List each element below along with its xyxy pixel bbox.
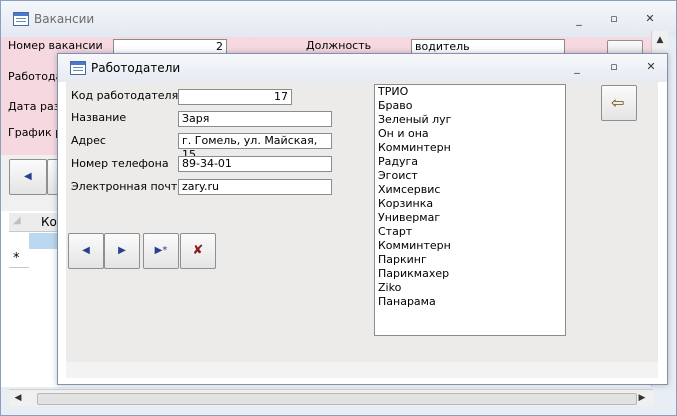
list-item[interactable]: Он и она [375, 127, 565, 141]
list-item[interactable]: Старт [375, 225, 565, 239]
list-item[interactable]: Браво [375, 99, 565, 113]
list-item[interactable]: Парикмахер [375, 267, 565, 281]
code-label: Код работодателя [71, 89, 179, 102]
prev-record-button[interactable]: ◀ [68, 233, 104, 269]
vacancies-title: Вакансии [34, 12, 95, 26]
email-field[interactable]: zary.ru [178, 179, 332, 195]
list-item[interactable]: Универмаг [375, 211, 565, 225]
scroll-left-icon[interactable]: ◀ [13, 393, 23, 403]
employers-status-strip [66, 362, 658, 378]
email-label: Электронная почта [71, 180, 185, 193]
name-label: Название [71, 111, 127, 124]
scroll-up-icon[interactable]: ▲ [654, 35, 666, 45]
employers-titlebar: Работодатели _ ▫ ✕ [58, 54, 667, 82]
form-icon [70, 61, 86, 75]
name-field[interactable]: Заря [178, 111, 332, 127]
select-all-corner[interactable]: ◢ [13, 215, 21, 226]
close-icon[interactable]: ✕ [641, 12, 659, 26]
delete-icon: ✘ [192, 243, 204, 258]
list-item[interactable]: Зеленый луг [375, 113, 565, 127]
close-icon[interactable]: ✕ [642, 60, 660, 74]
code-field[interactable]: 17 [178, 89, 292, 105]
horizontal-scroll-thumb[interactable] [37, 393, 637, 405]
exit-door-icon: ⇦ [611, 93, 625, 112]
exit-button[interactable]: ⇦ [601, 85, 637, 121]
employers-window: Работодатели _ ▫ ✕ Код работодателя 17 Н… [57, 53, 668, 385]
list-item[interactable]: ТРИО [375, 85, 565, 99]
horizontal-scrollbar[interactable]: ◀ ▶ [9, 389, 653, 406]
employers-listbox[interactable]: ТРИО Браво Зеленый луг Он и она Комминтерн Ра… [374, 84, 566, 336]
address-field[interactable]: г. Гомель, ул. Майская, 15 [178, 133, 332, 161]
minimize-icon[interactable]: _ [568, 61, 586, 75]
restore-icon[interactable]: ▫ [605, 60, 623, 74]
grid-new-row[interactable]: * [9, 249, 29, 268]
next-icon: ▶ [118, 245, 126, 256]
list-item[interactable]: Химсервис [375, 183, 565, 197]
employers-title: Работодатели [91, 61, 181, 75]
new-row-marker: * [13, 251, 20, 266]
minimize-icon[interactable]: _ [570, 13, 588, 27]
back-prev-button[interactable]: ◀ [9, 159, 47, 195]
address-label: Адрес [71, 134, 106, 147]
list-item[interactable]: Панарама [375, 295, 565, 309]
phone-field[interactable]: 89-34-01 [178, 156, 332, 172]
new-record-icon: ▶* [154, 245, 168, 256]
phone-label: Номер телефона [71, 157, 169, 170]
position-label: Должность [306, 39, 372, 52]
restore-icon[interactable]: ▫ [605, 12, 623, 26]
list-item[interactable]: Комминтерн [375, 141, 565, 155]
delete-record-button[interactable]: ✘ [180, 233, 216, 269]
list-item[interactable]: Ziko [375, 281, 565, 295]
list-item[interactable]: Паркинг [375, 253, 565, 267]
grid-selected-cell[interactable] [29, 233, 59, 249]
prev-icon: ◀ [24, 171, 32, 182]
form-icon [13, 12, 29, 26]
next-record-button[interactable]: ▶ [104, 233, 140, 269]
list-item[interactable]: Корзинка [375, 197, 565, 211]
list-item[interactable]: Комминтерн [375, 239, 565, 253]
vacancies-titlebar: Вакансии _ ▫ ✕ [1, 1, 676, 37]
scroll-right-icon[interactable]: ▶ [637, 393, 647, 403]
vacancy-number-label: Номер вакансии [8, 39, 103, 52]
employers-form-body: Код работодателя 17 Название Заря Адрес … [66, 82, 658, 362]
list-item[interactable]: Радуга [375, 155, 565, 169]
prev-icon: ◀ [82, 245, 90, 256]
new-record-button[interactable]: ▶* [143, 233, 179, 269]
list-item[interactable]: Эгоист [375, 169, 565, 183]
